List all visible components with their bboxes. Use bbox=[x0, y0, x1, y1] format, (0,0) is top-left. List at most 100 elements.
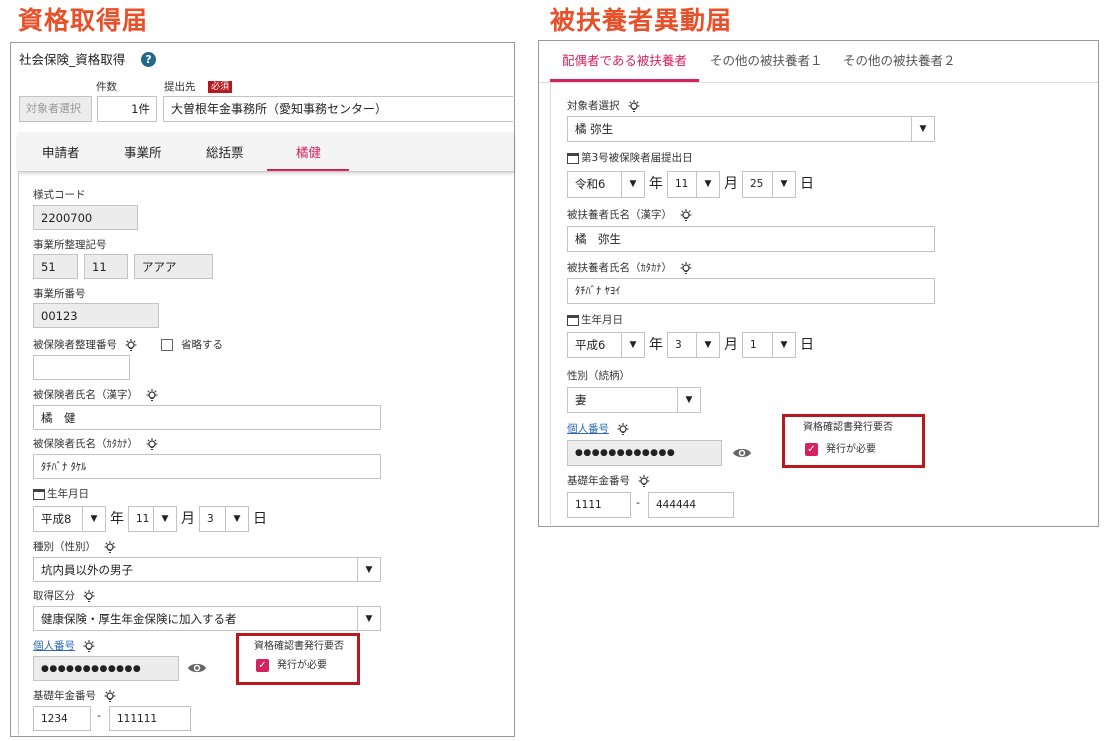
dep-mynumber-link[interactable]: 個人番号 bbox=[567, 423, 609, 435]
hint-bulb-icon[interactable] bbox=[123, 338, 139, 352]
unit-day: 日 bbox=[800, 176, 814, 192]
chevron-down-icon: ▼ bbox=[772, 333, 795, 357]
tab-spouse[interactable]: 配偶者である被扶養者 bbox=[562, 51, 687, 71]
dep-pension-field-a[interactable]: 1111 bbox=[567, 492, 631, 518]
gender-select[interactable]: 坑内員以外の男子 ▼ bbox=[33, 557, 381, 582]
birth-month-select[interactable]: 11 ▼ bbox=[128, 506, 177, 532]
acq-select[interactable]: 健康保険・厚生年金保険に加入する者 ▼ bbox=[33, 606, 381, 631]
chevron-down-icon: ▼ bbox=[621, 333, 644, 357]
hint-bulb-icon[interactable] bbox=[102, 689, 118, 703]
submit-day-select[interactable]: 25 ▼ bbox=[742, 171, 796, 198]
select-target-button[interactable]: 対象者選択 bbox=[19, 96, 92, 122]
calendar-icon[interactable] bbox=[567, 314, 579, 326]
chevron-down-icon: ▼ bbox=[696, 333, 719, 357]
birth-label-text: 生年月日 bbox=[47, 488, 89, 500]
birth-era-select[interactable]: 平成8 ▼ bbox=[33, 506, 106, 532]
cert-option-label: 発行が必要 bbox=[277, 660, 327, 671]
count-field[interactable]: 1件 bbox=[97, 96, 157, 122]
dep-name-kanji-field[interactable]: 橘 弥生 bbox=[567, 226, 935, 252]
submit-era-value: 令和6 bbox=[575, 177, 606, 191]
count-label: 件数 bbox=[96, 81, 117, 93]
dep-birth-month-value: 3 bbox=[675, 339, 682, 351]
name-kanji-field[interactable]: 橘 健 bbox=[33, 405, 381, 430]
hint-bulb-icon[interactable] bbox=[615, 422, 631, 436]
dep-pension-dash: - bbox=[636, 496, 640, 509]
omit-label: 省略する bbox=[181, 339, 223, 351]
form-code-field: 2200700 bbox=[33, 205, 138, 230]
hint-bulb-icon[interactable] bbox=[678, 208, 694, 222]
name-kanji-label-text: 被保険者氏名（漢字） bbox=[33, 389, 138, 401]
submit-era-select[interactable]: 令和6 ▼ bbox=[567, 171, 645, 198]
eye-icon[interactable] bbox=[732, 446, 752, 463]
hint-bulb-icon[interactable] bbox=[678, 261, 694, 275]
hint-bulb-icon[interactable] bbox=[102, 540, 118, 554]
insured-no-field[interactable] bbox=[33, 355, 130, 380]
dep-birth-day-select[interactable]: 1 ▼ bbox=[742, 332, 796, 358]
hint-bulb-icon[interactable] bbox=[144, 388, 160, 402]
content-left-border bbox=[18, 173, 19, 735]
submit-month-value: 11 bbox=[675, 178, 689, 190]
name-kana-label: 被保険者氏名（ｶﾀｶﾅ） bbox=[33, 437, 160, 451]
hint-bulb-icon[interactable] bbox=[626, 99, 642, 113]
chevron-down-icon: ▼ bbox=[696, 172, 719, 197]
active-tab-underline bbox=[267, 169, 349, 171]
pension-field-a[interactable]: 1234 bbox=[33, 706, 91, 731]
calendar-icon[interactable] bbox=[33, 488, 45, 500]
hint-bulb-icon[interactable] bbox=[144, 437, 160, 451]
unit-year: 年 bbox=[649, 176, 663, 192]
unit-day: 日 bbox=[253, 511, 267, 527]
insured-no-label-text: 被保険者整理番号 bbox=[33, 339, 117, 351]
office-mgmt-2: 11 bbox=[84, 254, 128, 279]
target-label-text: 対象者選択 bbox=[567, 100, 620, 112]
tab-office[interactable]: 事業所 bbox=[124, 143, 162, 163]
submit-date-label-text: 第3号被保険者届提出日 bbox=[581, 152, 693, 164]
dep-birth-day-value: 1 bbox=[750, 339, 757, 351]
acq-label: 取得区分 bbox=[33, 589, 97, 603]
active-tab-underline bbox=[550, 79, 699, 82]
dep-cert-checkbox[interactable]: ✓ bbox=[805, 443, 818, 456]
dep-pension-field-b[interactable]: 444444 bbox=[648, 492, 734, 518]
eye-icon[interactable] bbox=[187, 661, 207, 678]
birth-month-value: 11 bbox=[136, 513, 150, 525]
dest-label: 提出先 bbox=[164, 81, 196, 93]
unit-year: 年 bbox=[110, 511, 124, 527]
tab-summary[interactable]: 総括票 bbox=[206, 143, 244, 163]
birth-era-value: 平成8 bbox=[41, 512, 72, 526]
insured-no-label: 被保険者整理番号 bbox=[33, 338, 139, 352]
cert-checkbox[interactable]: ✓ bbox=[256, 659, 269, 672]
name-kana-field[interactable]: ﾀﾁﾊﾞﾅ ﾀｹﾙ bbox=[33, 454, 381, 479]
birth-day-select[interactable]: 3 ▼ bbox=[199, 506, 249, 532]
pension-field-b[interactable]: 111111 bbox=[109, 706, 191, 731]
target-value: 橘 弥生 bbox=[575, 122, 614, 136]
mynumber-label: 個人番号 bbox=[33, 639, 97, 653]
mynumber-link[interactable]: 個人番号 bbox=[33, 640, 75, 652]
tab-other-1[interactable]: その他の被扶養者１ bbox=[710, 51, 823, 71]
omit-checkbox[interactable] bbox=[161, 339, 173, 351]
hint-bulb-icon[interactable] bbox=[81, 589, 97, 603]
tab-other-2[interactable]: その他の被扶養者２ bbox=[843, 51, 956, 71]
dest-field[interactable]: 大曽根年金事務所（愛知事務センター） bbox=[163, 96, 513, 122]
dep-birth-month-select[interactable]: 3 ▼ bbox=[667, 332, 720, 358]
dep-name-kana-label: 被扶養者氏名（ｶﾀｶﾅ） bbox=[567, 261, 694, 275]
help-icon[interactable]: ? bbox=[141, 52, 156, 67]
gender-label-text: 種別（性別） bbox=[33, 541, 96, 553]
chevron-down-icon: ▼ bbox=[911, 117, 934, 141]
dep-mynumber-label: 個人番号 bbox=[567, 422, 631, 436]
hint-bulb-icon[interactable] bbox=[81, 639, 97, 653]
dep-birth-label-text: 生年月日 bbox=[581, 314, 623, 326]
target-select[interactable]: 橘 弥生 ▼ bbox=[567, 116, 935, 142]
hint-bulb-icon[interactable] bbox=[636, 474, 652, 488]
dep-name-kana-field[interactable]: ﾀﾁﾊﾞﾅ ﾔﾖｲ bbox=[567, 278, 935, 304]
calendar-icon[interactable] bbox=[567, 152, 579, 164]
relation-select[interactable]: 妻 ▼ bbox=[567, 387, 701, 413]
dep-birth-era-select[interactable]: 平成6 ▼ bbox=[567, 332, 645, 358]
chevron-down-icon: ▼ bbox=[357, 558, 380, 581]
submit-month-select[interactable]: 11 ▼ bbox=[667, 171, 720, 198]
dep-name-kanji-label: 被扶養者氏名（漢字） bbox=[567, 208, 694, 222]
form-code-label: 様式コード bbox=[33, 189, 86, 201]
tab-applicant[interactable]: 申請者 bbox=[42, 143, 80, 163]
pension-dash: - bbox=[97, 709, 101, 722]
content-left-border bbox=[550, 83, 551, 525]
unit-day: 日 bbox=[800, 337, 814, 353]
tab-person[interactable]: 橘健 bbox=[296, 143, 321, 163]
